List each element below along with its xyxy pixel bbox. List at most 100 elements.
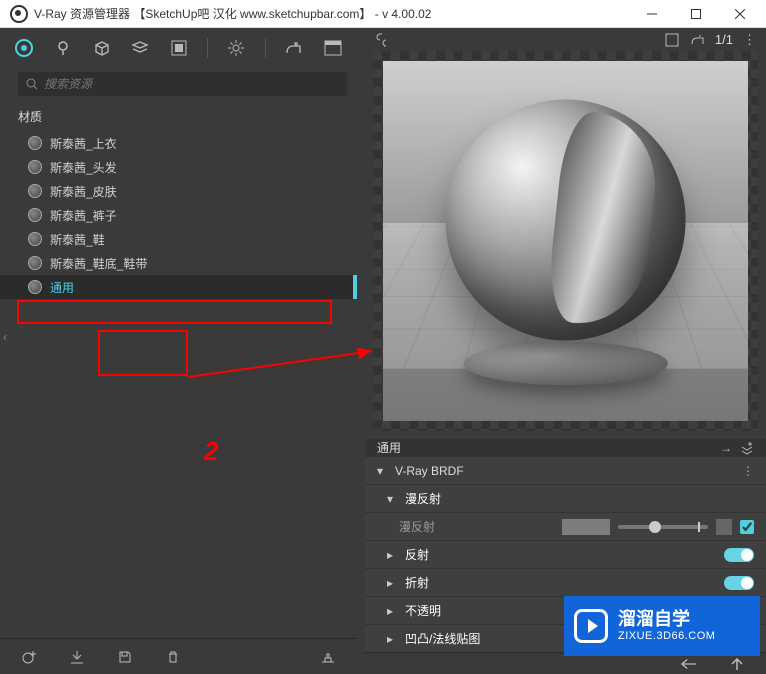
settings-icon[interactable] xyxy=(226,37,247,59)
close-button[interactable] xyxy=(718,0,762,28)
material-item[interactable]: 斯泰茜_上衣 xyxy=(0,131,357,155)
preview-aspect-icon[interactable] xyxy=(665,33,679,47)
brdf-section[interactable]: ▾ V-Ray BRDF ⋮ xyxy=(365,456,766,484)
search-input[interactable] xyxy=(44,77,339,91)
asset-toolbar xyxy=(0,28,357,68)
expand-arrow-icon: ▾ xyxy=(387,492,397,506)
preview-pedestal xyxy=(463,342,667,385)
collapse-left-handle[interactable]: ‹ xyxy=(0,317,10,357)
material-label: 斯泰茜_鞋 xyxy=(50,231,105,248)
search-bar[interactable] xyxy=(18,72,347,96)
collapse-arrow-icon: ▸ xyxy=(387,576,397,590)
lights-tab-icon[interactable] xyxy=(53,37,74,59)
maximize-button[interactable] xyxy=(674,0,718,28)
material-ball-icon xyxy=(28,136,42,150)
material-ball-icon xyxy=(28,280,42,294)
material-label: 斯泰茜_上衣 xyxy=(50,135,117,152)
geometry-tab-icon[interactable] xyxy=(91,37,112,59)
add-layer-icon[interactable] xyxy=(740,441,754,455)
diffuse-checkbox[interactable] xyxy=(740,520,754,534)
material-item[interactable]: 斯泰茜_头发 xyxy=(0,155,357,179)
diffuse-slider[interactable] xyxy=(618,525,708,529)
left-panel: 材质 斯泰茜_上衣 斯泰茜_头发 斯泰茜_皮肤 斯泰茜_裤子 斯泰茜_鞋 斯泰茜… xyxy=(0,28,357,674)
reflection-toggle[interactable] xyxy=(724,548,754,562)
diffuse-color-swatch[interactable] xyxy=(562,519,610,535)
refraction-label: 折射 xyxy=(405,574,429,591)
add-asset-icon[interactable] xyxy=(20,649,38,665)
material-ball-icon xyxy=(28,160,42,174)
opacity-label: 不透明 xyxy=(405,602,441,619)
material-label: 斯泰茜_皮肤 xyxy=(50,183,117,200)
save-icon[interactable] xyxy=(116,650,134,664)
refraction-toggle[interactable] xyxy=(724,576,754,590)
props-header: 通用 → xyxy=(365,439,766,456)
preview-render xyxy=(383,61,748,421)
main-area: 材质 斯泰茜_上衣 斯泰茜_头发 斯泰茜_皮肤 斯泰茜_裤子 斯泰茜_鞋 斯泰茜… xyxy=(0,28,766,674)
preview-ratio-label[interactable]: 1/1 xyxy=(715,32,733,47)
material-label: 斯泰茜_鞋底_鞋带 xyxy=(50,255,147,272)
window-title: V-Ray 资源管理器 【SketchUp吧 汉化 www.sketchupba… xyxy=(34,5,630,22)
frame-buffer-icon[interactable] xyxy=(322,37,343,59)
preview-sphere xyxy=(445,99,686,340)
preview-toolbar: 1/1 ⋮ xyxy=(365,28,766,51)
material-preview xyxy=(373,51,758,431)
props-header-title: 通用 xyxy=(377,439,401,456)
apply-icon[interactable]: → xyxy=(720,441,732,455)
delete-icon[interactable] xyxy=(164,650,182,664)
material-label: 斯泰茜_裤子 xyxy=(50,207,117,224)
expand-arrow-icon: ▾ xyxy=(377,464,387,478)
material-item-selected[interactable]: 通用 xyxy=(0,275,357,299)
maximize-icon xyxy=(691,9,701,19)
textures-tab-icon[interactable] xyxy=(169,37,190,59)
preview-link-icon[interactable] xyxy=(375,33,391,47)
collapse-arrow-icon: ▸ xyxy=(387,604,397,618)
search-icon xyxy=(26,78,38,90)
brdf-label: V-Ray BRDF xyxy=(395,464,464,478)
material-ball-icon xyxy=(28,232,42,246)
watermark-play-icon xyxy=(574,609,608,643)
material-item[interactable]: 斯泰茜_鞋 xyxy=(0,227,357,251)
material-label: 斯泰茜_头发 xyxy=(50,159,117,176)
diffuse-texture-button[interactable] xyxy=(716,519,732,535)
diffuse-label: 漫反射 xyxy=(399,518,435,535)
diffuse-row: 漫反射 xyxy=(365,512,766,540)
annotation-number: 2 xyxy=(204,436,218,467)
reflection-section[interactable]: ▸ 反射 xyxy=(365,540,766,568)
toolbar-separator-2 xyxy=(265,38,266,58)
toolbar-separator xyxy=(207,38,208,58)
right-panel: 1/1 ⋮ 通用 → ▾ V-Ray BRDF xyxy=(365,28,766,674)
layers-tab-icon[interactable] xyxy=(130,37,151,59)
material-item[interactable]: 斯泰茜_鞋底_鞋带 xyxy=(0,251,357,275)
purge-icon[interactable] xyxy=(319,650,337,664)
materials-tab-icon[interactable] xyxy=(14,37,35,59)
watermark-brand: 溜溜自学 xyxy=(618,609,715,631)
diffuse-section-label: 漫反射 xyxy=(405,490,441,507)
material-item[interactable]: 斯泰茜_皮肤 xyxy=(0,179,357,203)
refraction-section[interactable]: ▸ 折射 xyxy=(365,568,766,596)
collapse-arrow-icon: ▸ xyxy=(387,548,397,562)
watermark: 溜溜自学 ZIXUE.3D66.COM xyxy=(564,596,760,656)
material-label: 通用 xyxy=(50,279,74,296)
materials-section-label: 材质 xyxy=(0,102,357,131)
close-icon xyxy=(735,9,745,19)
minimize-button[interactable] xyxy=(630,0,674,28)
titlebar: V-Ray 资源管理器 【SketchUp吧 汉化 www.sketchupba… xyxy=(0,0,766,28)
app-icon xyxy=(10,5,28,23)
material-ball-icon xyxy=(28,184,42,198)
material-item[interactable]: 斯泰茜_裤子 xyxy=(0,203,357,227)
left-bottom-bar xyxy=(0,638,357,674)
back-icon[interactable] xyxy=(680,658,698,670)
diffuse-section[interactable]: ▾ 漫反射 xyxy=(365,484,766,512)
material-ball-icon xyxy=(28,256,42,270)
watermark-url: ZIXUE.3D66.COM xyxy=(618,630,715,643)
reflection-label: 反射 xyxy=(405,546,429,563)
preview-menu-icon[interactable]: ⋮ xyxy=(743,32,756,48)
section-menu-icon[interactable]: ⋮ xyxy=(742,464,754,478)
render-icon[interactable] xyxy=(284,37,305,59)
minimize-icon xyxy=(647,9,657,19)
collapse-arrow-icon: ▸ xyxy=(387,632,397,646)
material-ball-icon xyxy=(28,208,42,222)
preview-render-icon[interactable] xyxy=(689,33,705,47)
import-icon[interactable] xyxy=(68,650,86,664)
up-icon[interactable] xyxy=(728,657,746,671)
